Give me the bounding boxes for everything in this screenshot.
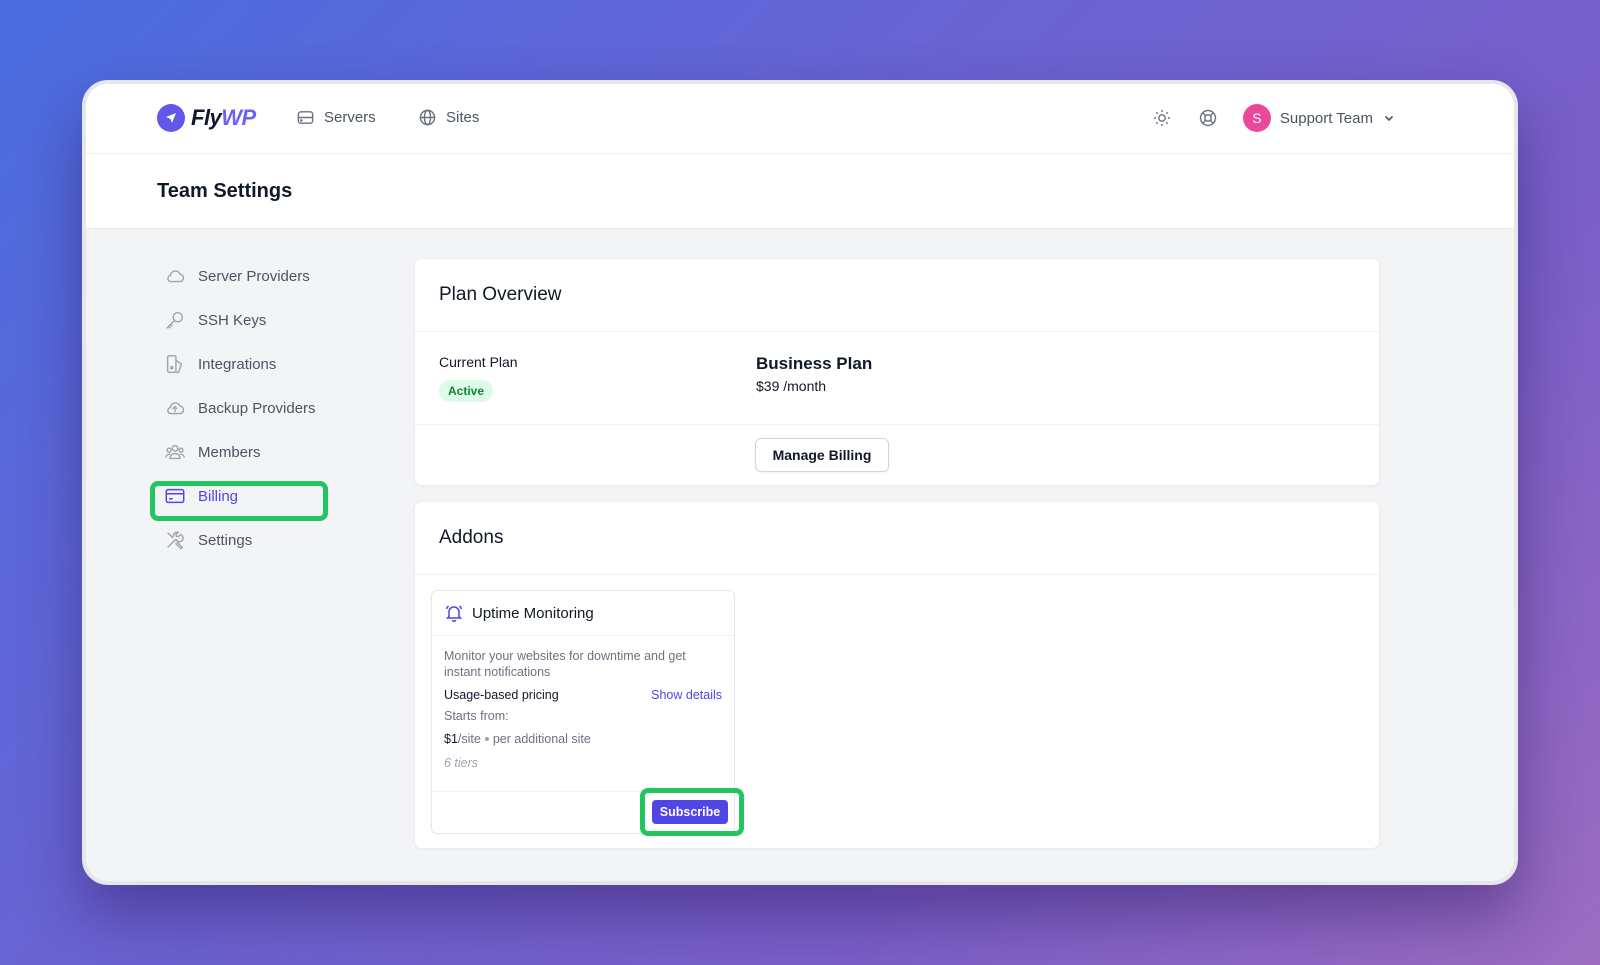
divider <box>432 635 734 636</box>
addon-tiers: 6 tiers <box>444 756 479 770</box>
plan-status-wrap: Active <box>439 380 494 402</box>
sun-icon <box>1153 110 1170 126</box>
addon-price-unit: /site <box>457 732 481 746</box>
status-badge: Active <box>439 380 494 402</box>
sidebar-item-label: Settings <box>198 531 253 549</box>
plan-price: $39 /month <box>756 378 827 394</box>
addon-price-row: $1/site per additional site <box>444 732 591 746</box>
key-icon <box>166 311 184 329</box>
logo-mark-icon <box>157 104 185 132</box>
sidebar-item-label: Integrations <box>198 355 277 373</box>
dot-separator <box>484 737 489 741</box>
cloud-upload-icon <box>167 402 185 415</box>
top-navbar: FlyWP Servers Sites S Support Team <box>86 84 1514 154</box>
globe-icon <box>419 109 436 126</box>
sidebar-item-backup-providers[interactable]: Backup Providers <box>148 386 328 430</box>
sidebar-item-label: Server Providers <box>198 267 310 285</box>
sidebar-item-members[interactable]: Members <box>148 430 328 474</box>
addon-header: Uptime Monitoring <box>444 603 594 623</box>
addon-price: $1 <box>444 732 458 746</box>
plan-overview-card: Plan Overview Current Plan Active Busine… <box>414 258 1380 486</box>
nav-sites[interactable]: Sites <box>418 108 479 127</box>
starts-from-label: Starts from: <box>444 709 509 723</box>
addon-name: Uptime Monitoring <box>472 604 594 622</box>
cloud-icon <box>167 270 185 283</box>
tools-icon <box>167 531 184 550</box>
nav-servers[interactable]: Servers <box>296 108 376 127</box>
help-button[interactable] <box>1197 107 1219 129</box>
plan-overview-title: Plan Overview <box>439 284 562 305</box>
pricing-label: Usage-based pricing <box>444 688 559 702</box>
page-header: Team Settings <box>86 154 1514 229</box>
sidebar-item-integrations[interactable]: Integrations <box>148 342 328 386</box>
billing-highlight-frame <box>150 481 328 521</box>
app-window: FlyWP Servers Sites S Support Team Team … <box>82 80 1518 885</box>
manage-billing-button[interactable]: Manage Billing <box>755 438 889 472</box>
sidebar-item-server-providers[interactable]: Server Providers <box>148 254 328 298</box>
sidebar-item-label: Backup Providers <box>198 399 316 417</box>
divider <box>415 331 1379 332</box>
plan-name: Business Plan <box>756 354 873 373</box>
nav-sites-label: Sites <box>446 109 480 126</box>
addons-card: Addons Uptime Monitoring Monitor your we… <box>414 501 1380 849</box>
integrations-icon <box>166 355 183 373</box>
lifebuoy-icon <box>1199 109 1217 127</box>
avatar[interactable]: S <box>1242 104 1271 132</box>
theme-toggle-button[interactable] <box>1151 107 1173 129</box>
show-details-link[interactable]: Show details <box>651 688 722 702</box>
nav-servers-label: Servers <box>324 109 376 126</box>
addon-price-note: per additional site <box>492 732 591 746</box>
page-title: Team Settings <box>157 180 293 202</box>
sidebar-item-ssh-keys[interactable]: SSH Keys <box>148 298 328 342</box>
users-icon <box>165 444 185 460</box>
bell-icon <box>445 605 463 622</box>
subscribe-button[interactable]: Subscribe <box>652 800 728 824</box>
topbar-actions: S Support Team <box>1151 104 1396 132</box>
sidebar-item-label: Members <box>198 443 261 461</box>
divider <box>415 574 1379 575</box>
team-name[interactable]: Support Team <box>1280 110 1373 127</box>
chevron-down-icon[interactable] <box>1382 111 1396 125</box>
logo-text: FlyWP <box>191 105 256 130</box>
addon-description: Monitor your websites for downtime and g… <box>444 649 686 679</box>
current-plan-label: Current Plan <box>439 354 518 370</box>
server-icon <box>297 111 314 124</box>
sidebar-item-settings[interactable]: Settings <box>148 518 328 562</box>
divider <box>415 424 1379 425</box>
flywp-logo[interactable]: FlyWP <box>157 104 256 132</box>
addons-title: Addons <box>439 527 504 548</box>
sidebar-item-label: SSH Keys <box>198 311 267 329</box>
